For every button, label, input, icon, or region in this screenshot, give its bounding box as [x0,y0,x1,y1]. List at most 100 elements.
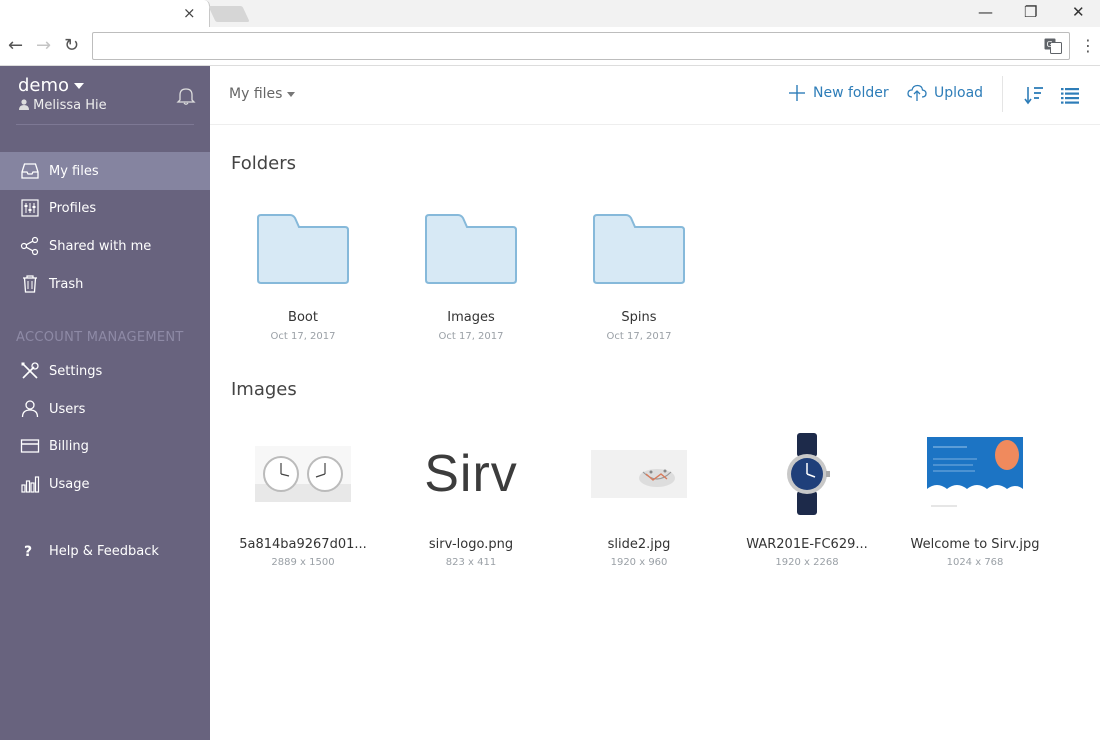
upload-button[interactable]: Upload [907,84,983,102]
account-switcher[interactable]: demo [18,75,85,96]
folder-date: Oct 17, 2017 [438,331,504,342]
folder-name: Boot [288,310,318,325]
new-folder-button[interactable]: New folder [788,84,889,102]
tab-close-icon[interactable]: × [183,4,196,22]
browser-tab[interactable]: × [0,0,210,28]
sidebar-item-label: My files [49,163,99,179]
account-name: demo [18,75,70,96]
watch-image [787,433,830,515]
folder-icon [425,214,517,284]
sidebar: demo Melissa Hie My files Profiles Share… [0,66,210,740]
clocks-image [255,446,351,502]
slide-thumbnail [591,426,687,522]
share-icon [20,236,39,256]
sidebar-item-label: Users [49,401,86,417]
caret-down-icon [287,91,296,97]
sidebar-item-trash[interactable]: Trash [0,265,210,303]
toolbar-divider [1002,76,1003,112]
image-size: 2889 x 1500 [271,557,335,568]
image-name: slide2.jpg [607,537,671,552]
cloud-upload-icon [907,84,927,101]
sidebar-item-users[interactable]: Users [0,390,210,428]
sidebar-item-usage[interactable]: Usage [0,465,210,503]
breadcrumb-label: My files [229,86,283,102]
image-size: 823 x 411 [445,557,497,568]
window-close-icon[interactable]: ✕ [1072,1,1085,23]
bar-chart-icon [21,476,40,493]
plus-icon [789,85,805,101]
image-size: 1024 x 768 [946,557,1004,568]
clocks-thumbnail [255,426,351,522]
sidebar-item-label: Trash [49,276,84,292]
upload-label: Upload [934,85,984,101]
slide-image [591,450,687,498]
sidebar-item-label: Usage [49,476,90,492]
caret-down-icon [74,83,85,89]
question-icon: ? [24,544,32,560]
sidebar-divider [16,124,194,125]
translate-icon[interactable]: G [1044,38,1062,54]
minimize-icon[interactable]: — [978,1,993,23]
sidebar-item-profiles[interactable]: Profiles [0,189,210,227]
images-heading: Images [231,379,297,400]
list-view-icon[interactable] [1060,85,1080,105]
image-card[interactable]: slide2.jpg 1920 x 960 [564,426,714,576]
sidebar-item-billing[interactable]: Billing [0,427,210,465]
folder-icon [593,214,685,284]
forward-arrow-icon[interactable]: → [36,35,51,57]
new-tab-button[interactable] [208,6,250,22]
folder-date: Oct 17, 2017 [606,331,672,342]
image-size: 1920 x 2268 [775,557,839,568]
account-user: Melissa Hie [19,98,107,113]
restore-icon[interactable]: ❐ [1024,1,1037,23]
main-content: My files New folder Upload Folders Boot … [210,66,1100,740]
folder-date: Oct 17, 2017 [270,331,336,342]
image-name: 5a814ba9267d01... [239,537,367,552]
breadcrumb-dropdown[interactable]: My files [229,86,296,102]
sidebar-item-settings[interactable]: Settings [0,352,210,390]
welcome-thumbnail [927,426,1023,522]
address-bar[interactable] [92,32,1070,60]
main-toolbar: My files New folder Upload [210,66,1100,125]
reload-icon[interactable]: ↻ [64,35,79,57]
browser-menu-icon[interactable]: ⋮ [1080,35,1096,57]
card-icon [20,439,40,453]
back-arrow-icon[interactable]: ← [8,35,23,57]
tools-icon [21,362,39,379]
image-card[interactable]: Sirv sirv-logo.png 823 x 411 [396,426,546,576]
sliders-icon [21,199,39,217]
sidebar-item-shared[interactable]: Shared with me [0,227,210,265]
image-card[interactable]: 5a814ba9267d01... 2889 x 1500 [228,426,378,576]
account-management-heading: ACCOUNT MANAGEMENT [16,330,184,345]
inbox-icon [21,163,39,179]
browser-toolbar: ← → ↻ [0,27,1100,66]
image-card[interactable]: Welcome to Sirv.jpg 1024 x 768 [900,426,1050,576]
sidebar-item-help[interactable]: ? Help & Feedback [0,532,210,570]
folder-card[interactable]: Boot Oct 17, 2017 [228,214,378,344]
sidebar-item-label: Profiles [49,200,97,216]
sidebar-item-label: Settings [49,363,103,379]
folder-name: Images [447,310,495,325]
sirv-logo: Sirv [424,445,518,503]
browser-tab-bar: × — ❐ ✕ [0,0,1100,28]
watch-thumbnail [759,426,855,522]
folders-heading: Folders [231,153,297,174]
image-name: WAR201E-FC629... [746,537,868,552]
new-folder-label: New folder [813,85,889,101]
folder-card[interactable]: Spins Oct 17, 2017 [564,214,714,344]
welcome-image [927,437,1023,511]
user-icon [21,400,39,418]
folder-card[interactable]: Images Oct 17, 2017 [396,214,546,344]
image-card[interactable]: WAR201E-FC629... 1920 x 2268 [732,426,882,576]
svg-text:G: G [1047,40,1053,49]
image-name: Welcome to Sirv.jpg [910,537,1040,552]
sidebar-item-label: Shared with me [49,238,152,254]
sidebar-item-my-files[interactable]: My files [0,152,210,190]
bell-icon[interactable] [176,86,196,106]
user-name: Melissa Hie [33,98,107,113]
trash-icon [23,275,37,293]
svg-text:?: ? [24,544,32,560]
sort-icon[interactable] [1024,85,1044,105]
sirv-logo-thumbnail: Sirv [423,426,519,522]
image-name: sirv-logo.png [428,537,514,552]
